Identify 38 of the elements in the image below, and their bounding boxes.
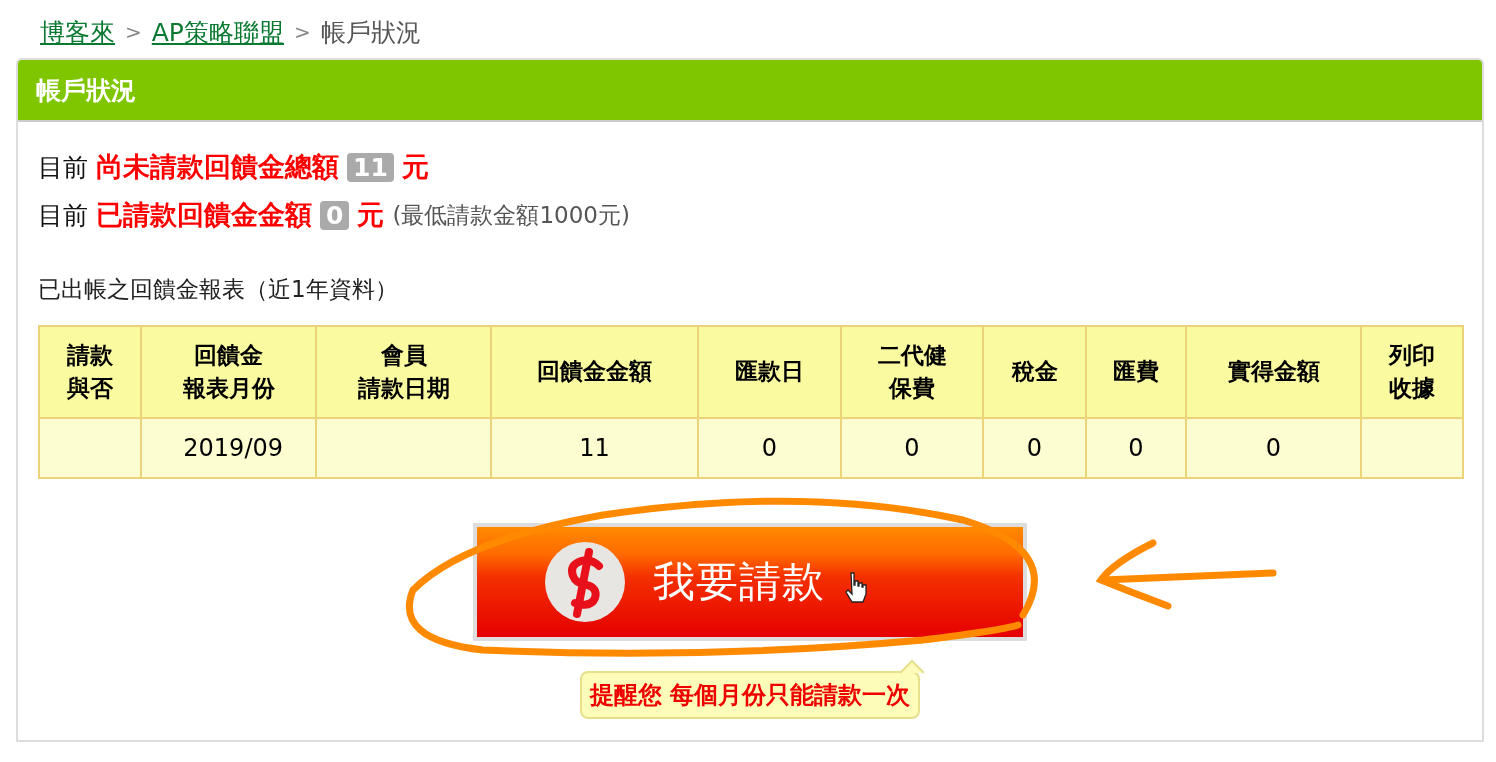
column-header: 請款與否 [39,326,141,418]
breadcrumb-link[interactable]: AP策略聯盟 [151,15,284,49]
panel-title: 帳戶狀況 [36,74,136,107]
column-header: 列印收據 [1361,326,1463,418]
request-payment-button[interactable]: 我要請款 [473,523,1027,641]
table-cell: 0 [841,418,983,478]
column-header: 匯費 [1086,326,1186,418]
currency-unit: 元 [357,198,385,232]
reminder-tooltip: 提醒您 每個月份只能請款一次 [579,671,921,719]
breadcrumb-link[interactable]: 博客來 [40,15,115,49]
column-header: 匯款日 [698,326,841,418]
table-cell: 0 [1186,418,1361,478]
column-header: 稅金 [983,326,1086,418]
table-cell: 0 [698,418,841,478]
minimum-note: (最低請款金額1000元) [392,200,630,230]
amount-badge: 11 [347,152,394,182]
table-cell: 0 [1086,418,1186,478]
total-label: 已請款回饋金金額 [96,198,312,232]
breadcrumb-separator: > [293,20,311,44]
table-cell: 0 [983,418,1086,478]
column-header: 回饋金金額 [491,326,698,418]
column-header: 回饋金報表月份 [141,326,316,418]
breadcrumb-separator: > [125,20,142,44]
hand-cursor-icon [843,571,869,603]
report-caption: 已出帳之回饋金報表（近1年資料） [38,275,399,304]
column-header: 實得金額 [1186,326,1361,418]
table-cell: 11 [491,418,698,478]
table-cell: 2019/09 [141,418,316,478]
total-prefix: 目前 [38,151,88,184]
currency-unit: 元 [401,150,429,184]
column-header: 二代健保費 [841,326,983,418]
total-label: 尚未請款回饋金總額 [96,150,339,184]
tooltip-pointer [900,660,924,674]
breadcrumb-current: 帳戶狀況 [320,16,421,49]
total-prefix: 目前 [38,199,88,232]
amount-badge: 0 [320,200,350,230]
dollar-icon [543,540,627,624]
column-header: 會員請款日期 [316,326,491,418]
